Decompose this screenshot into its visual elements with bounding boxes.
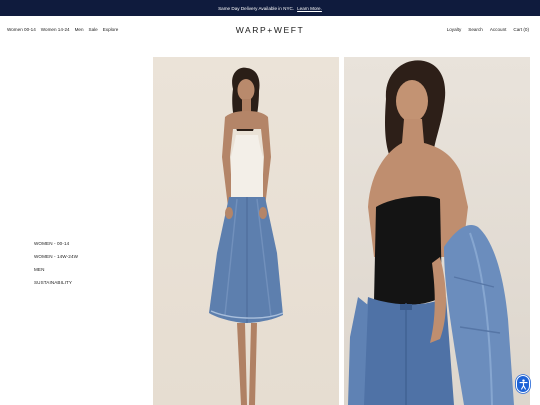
model-denim-skirt-illustration bbox=[209, 67, 284, 405]
nav-item-account[interactable]: Account bbox=[490, 27, 507, 32]
site-header: Women 00-14 Women 14-24 Men Sale Explore… bbox=[0, 16, 540, 44]
nav-item-cart[interactable]: Cart (0) bbox=[513, 27, 529, 32]
side-menu-item-men[interactable]: MEN bbox=[34, 267, 78, 272]
side-menu-item-sustainability[interactable]: SUSTAINABILITY bbox=[34, 280, 78, 285]
product-photo-denim-skirt[interactable] bbox=[153, 57, 339, 405]
nav-item-search[interactable]: Search bbox=[468, 27, 483, 32]
product-photo-black-tube-top[interactable] bbox=[344, 57, 530, 405]
accessibility-icon bbox=[518, 378, 528, 390]
announcement-learn-more-link[interactable]: Learn More. bbox=[297, 6, 322, 11]
side-category-menu: WOMEN - 00-14 WOMEN - 14W-24W MEN SUSTAI… bbox=[34, 241, 78, 285]
side-menu-item-women-00-14[interactable]: WOMEN - 00-14 bbox=[34, 241, 78, 246]
side-menu-item-women-14w-24w[interactable]: WOMEN - 14W-24W bbox=[34, 254, 78, 259]
announcement-text: Same Day Delivery Available in NYC. bbox=[218, 5, 295, 11]
utility-nav: Loyalty Search Account Cart (0) bbox=[447, 27, 529, 32]
announcement-bar: Same Day Delivery Available in NYC. Lear… bbox=[0, 0, 540, 16]
model-black-top-illustration bbox=[348, 60, 514, 405]
accessibility-button[interactable] bbox=[516, 375, 530, 393]
nav-item-loyalty[interactable]: Loyalty bbox=[447, 27, 462, 32]
